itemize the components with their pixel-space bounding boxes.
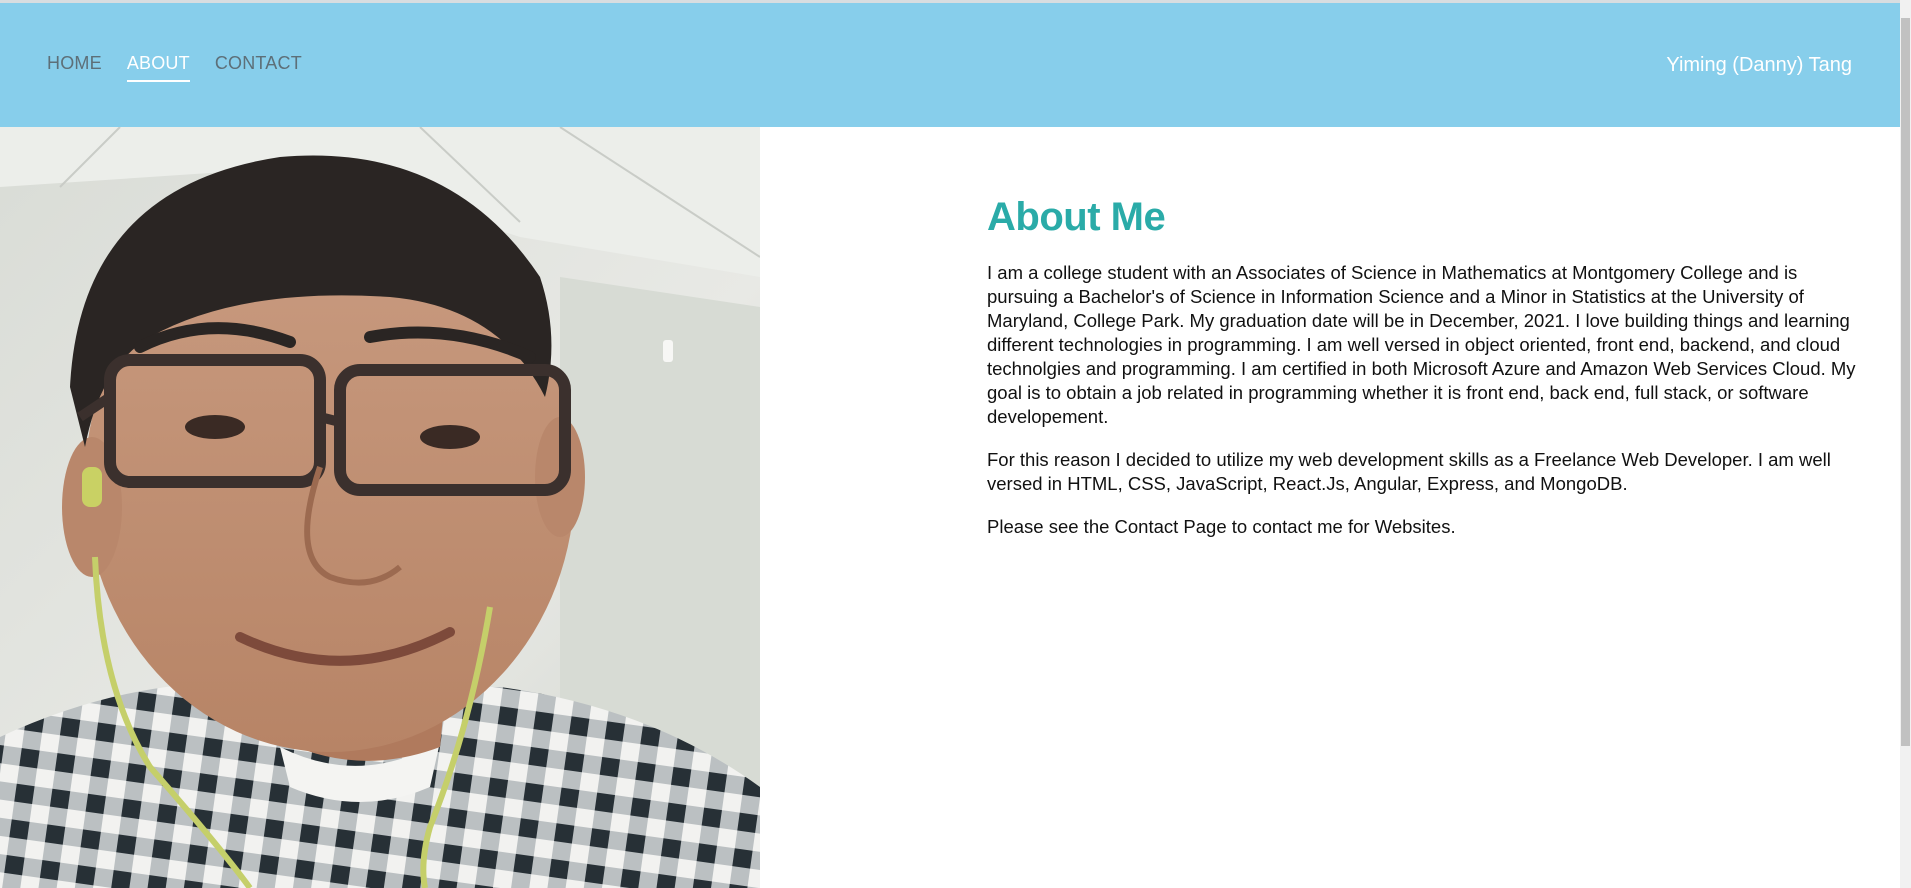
nav-about-link[interactable]: ABOUT (126, 53, 190, 82)
page-title: About Me (987, 195, 1166, 239)
scrollbar[interactable] (1900, 0, 1911, 888)
about-section: About Me I am a college student with an … (987, 195, 1862, 558)
nav-links: HOME ABOUT CONTACT (47, 53, 302, 82)
scrollbar-thumb[interactable] (1901, 18, 1910, 746)
about-paragraph-freelance: For this reason I decided to utilize my … (987, 449, 1831, 494)
navbar: HOME ABOUT CONTACT Yiming (Danny) Tang (0, 3, 1900, 127)
profile-photo (0, 127, 760, 888)
site-brand[interactable]: Yiming (Danny) Tang (1666, 54, 1852, 77)
about-paragraph-contact: Please see the Contact Page to contact m… (987, 516, 1456, 537)
nav-contact-link[interactable]: CONTACT (215, 53, 302, 82)
nav-home-link[interactable]: HOME (47, 53, 102, 82)
page: HOME ABOUT CONTACT Yiming (Danny) Tang A… (0, 0, 1911, 888)
about-paragraph-education: I am a college student with an Associate… (987, 262, 1856, 427)
